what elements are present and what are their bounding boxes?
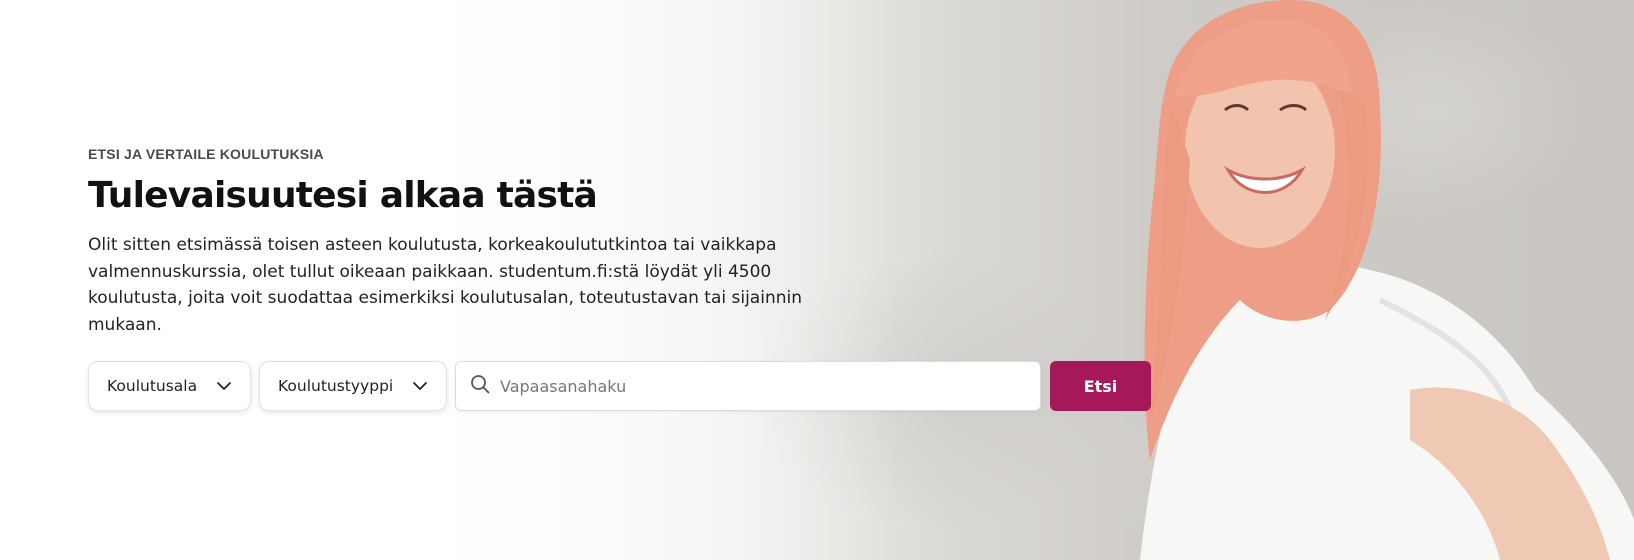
chevron-down-icon <box>216 378 232 394</box>
search-bar: Koulutusala Koulutustyyppi Etsi <box>88 361 1151 411</box>
search-field[interactable] <box>455 361 1041 411</box>
field-select-label: Koulutusala <box>107 377 198 395</box>
type-select-label: Koulutustyyppi <box>278 377 394 395</box>
hero-description: Olit sitten etsimässä toisen asteen koul… <box>88 235 802 335</box>
type-select[interactable]: Koulutustyyppi <box>259 361 447 411</box>
hero-eyebrow: ETSI JA VERTAILE KOULUTUKSIA <box>88 146 324 162</box>
page-title: Tulevaisuutesi alkaa tästä <box>88 175 598 216</box>
search-input[interactable] <box>500 366 1026 406</box>
field-select[interactable]: Koulutusala <box>88 361 251 411</box>
search-icon <box>470 374 490 398</box>
hero-content: ETSI JA VERTAILE KOULUTUKSIA Tulevaisuut… <box>88 146 1151 411</box>
hero-photo-woman <box>1140 0 1634 560</box>
search-button[interactable]: Etsi <box>1050 361 1151 411</box>
chevron-down-icon <box>412 378 428 394</box>
